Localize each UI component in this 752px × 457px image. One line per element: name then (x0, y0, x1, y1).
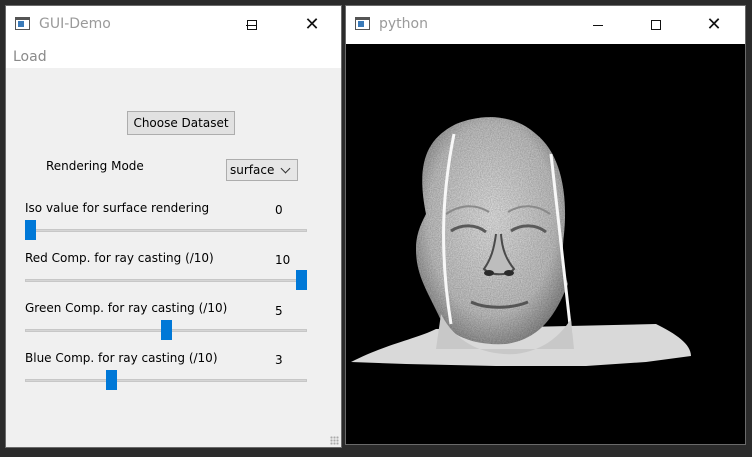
app-window-icon (15, 17, 30, 30)
close-icon: ✕ (706, 14, 722, 35)
menu-load[interactable]: Load (13, 49, 47, 65)
blue-comp-label: Blue Comp. for ray casting (/10) (25, 351, 218, 365)
rendering-mode-value: surface (230, 163, 275, 177)
head-volume-render (351, 117, 691, 366)
gui-demo-titlebar[interactable]: GUI-Demo ✕ (6, 6, 341, 44)
minimize-button[interactable] (575, 6, 621, 44)
blue-comp-slider[interactable] (25, 370, 307, 390)
close-icon: ✕ (304, 14, 320, 35)
close-button[interactable]: ✕ (289, 6, 335, 44)
maximize-button[interactable] (633, 6, 679, 44)
slider-handle[interactable] (160, 320, 172, 340)
slider-groove (25, 379, 307, 382)
red-comp-slider[interactable] (25, 270, 307, 290)
close-button[interactable]: ✕ (691, 6, 737, 44)
red-comp-label: Red Comp. for ray casting (/10) (25, 251, 214, 265)
rendering-mode-label: Rendering Mode (46, 159, 144, 173)
app-window-icon (355, 17, 370, 30)
gui-demo-window: GUI-Demo ✕ Load Choose Dataset Rendering… (5, 5, 342, 448)
maximize-icon (651, 20, 661, 30)
maximize-button[interactable] (229, 6, 275, 44)
minimize-icon (593, 24, 603, 26)
menu-bar: Load (6, 44, 341, 68)
green-comp-label: Green Comp. for ray casting (/10) (25, 301, 228, 315)
slider-handle[interactable] (106, 370, 118, 390)
rendering-mode-select[interactable]: surface (226, 159, 298, 181)
slider-groove (25, 229, 307, 232)
iso-value-slider[interactable] (25, 220, 307, 240)
resize-grip-icon[interactable] (330, 436, 339, 445)
slider-handle[interactable] (25, 220, 36, 240)
iso-value-label: Iso value for surface rendering (25, 201, 210, 215)
iso-value-readout: 0 (275, 203, 283, 217)
green-comp-readout: 5 (275, 304, 283, 318)
python-titlebar[interactable]: python ✕ (346, 6, 745, 44)
python-render-window: python ✕ (345, 5, 746, 445)
choose-dataset-button[interactable]: Choose Dataset (127, 111, 235, 135)
green-comp-slider[interactable] (25, 320, 307, 340)
window-title: python (379, 16, 428, 32)
chevron-down-icon (280, 163, 291, 174)
red-comp-readout: 10 (275, 253, 291, 267)
slider-groove (25, 279, 307, 282)
blue-comp-readout: 3 (275, 353, 283, 367)
slider-handle[interactable] (296, 270, 307, 290)
3d-render-viewport[interactable] (346, 44, 745, 444)
window-title: GUI-Demo (39, 16, 111, 32)
maximize-icon (247, 20, 257, 30)
